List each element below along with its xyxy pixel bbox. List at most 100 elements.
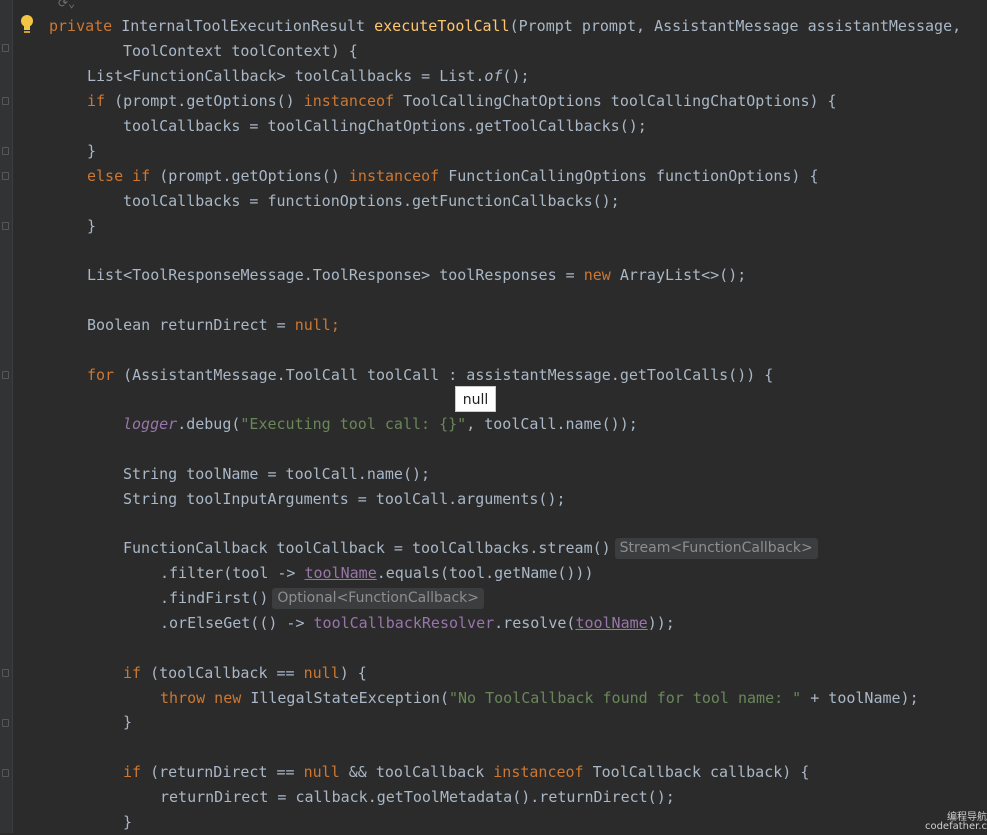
fold-marker-icon[interactable] [2, 669, 9, 677]
code-line[interactable]: ToolContext toolContext) { [123, 39, 358, 64]
inspection-widget-icon[interactable]: ⟳⌄ [58, 0, 75, 10]
code-text: .debug( [177, 415, 241, 433]
code-text: (); [502, 67, 530, 85]
code-line[interactable]: .findFirst() Optional<FunctionCallback> [160, 586, 484, 611]
field-name: toolCallbackResolver [313, 614, 495, 632]
code-line[interactable]: String toolInputArguments = toolCall.arg… [123, 487, 566, 512]
code-text: + toolName); [801, 689, 919, 707]
code-text: ) { [339, 664, 367, 682]
code-line[interactable]: private InternalToolExecutionResult exec… [49, 14, 961, 39]
code-text: } [123, 813, 133, 831]
captured-variable: toolName [575, 614, 648, 632]
code-text: )); [647, 614, 675, 632]
code-line[interactable]: Boolean returnDirect = null; [87, 313, 340, 338]
code-text: (Prompt prompt, AssistantMessage assista… [509, 17, 962, 35]
code-text: && toolCallback [348, 763, 494, 781]
keyword: instanceof [493, 763, 593, 781]
keyword: new [583, 266, 620, 284]
code-text: returnDirect = callback.getToolMetadata(… [160, 788, 675, 806]
field-name: logger [123, 415, 178, 433]
code-line[interactable]: .filter(tool -> toolName.equals(tool.get… [160, 561, 594, 586]
code-text: ToolCallback callback) { [592, 763, 810, 781]
code-text: List<ToolResponseMessage.ToolResponse> t… [87, 266, 584, 284]
captured-variable: toolName [304, 564, 377, 582]
static-method: of [484, 67, 503, 85]
code-text: (prompt.getOptions() [159, 167, 349, 185]
code-line[interactable]: } [87, 214, 96, 239]
code-text: toolCallbacks = toolCallingChatOptions.g… [123, 117, 647, 135]
code-text: (returnDirect == [150, 763, 304, 781]
keyword: instanceof [348, 167, 449, 185]
code-text: (prompt.getOptions() [114, 92, 304, 110]
code-line[interactable]: toolCallbacks = functionOptions.getFunct… [123, 189, 620, 214]
code-line[interactable]: List<ToolResponseMessage.ToolResponse> t… [87, 263, 746, 288]
keyword: null [303, 664, 340, 682]
fold-marker-icon[interactable] [2, 769, 9, 777]
fold-marker-icon[interactable] [2, 719, 9, 727]
keyword: if [123, 763, 151, 781]
code-line[interactable]: if (prompt.getOptions() instanceof ToolC… [87, 89, 837, 114]
code-line[interactable]: for (AssistantMessage.ToolCall toolCall … [87, 363, 773, 388]
lightbulb-icon[interactable] [19, 14, 35, 36]
type-hint: Optional<FunctionCallback> [272, 588, 484, 609]
code-text: } [87, 142, 97, 160]
keyword: instanceof [303, 92, 404, 110]
code-line[interactable]: } [123, 810, 132, 835]
fold-marker-icon[interactable] [2, 44, 9, 52]
keyword: throw new [160, 689, 251, 707]
code-text: , toolCall.name()); [466, 415, 638, 433]
code-line[interactable]: FunctionCallback toolCallback = toolCall… [123, 536, 818, 561]
code-text: .findFirst() [160, 589, 269, 607]
code-line[interactable]: returnDirect = callback.getToolMetadata(… [160, 785, 675, 810]
code-text: ToolCallingChatOptions toolCallingChatOp… [403, 92, 837, 110]
keyword: if [123, 664, 151, 682]
debug-value-tooltip: null [455, 386, 496, 412]
keyword: null; [294, 316, 340, 334]
type-hint: Stream<FunctionCallback> [614, 538, 818, 559]
keyword: null [303, 763, 349, 781]
code-line[interactable]: else if (prompt.getOptions() instanceof … [87, 164, 819, 189]
code-line[interactable]: if (toolCallback == null) { [123, 661, 367, 686]
code-text: Boolean returnDirect = [87, 316, 295, 334]
code-text: toolCallbacks = functionOptions.getFunct… [123, 192, 620, 210]
code-text: .equals(tool.getName())) [376, 564, 594, 582]
code-text: String toolInputArguments = toolCall.arg… [123, 490, 566, 508]
code-text: List<FunctionCallback> toolCallbacks = L… [87, 67, 485, 85]
fold-marker-icon[interactable] [2, 371, 9, 379]
fold-marker-icon[interactable] [2, 97, 9, 105]
editor-gutter [0, 0, 13, 833]
keyword: for [87, 366, 124, 384]
code-line[interactable]: .orElseGet(() -> toolCallbackResolver.re… [160, 611, 675, 636]
string-literal: "No ToolCallback found for tool name: " [449, 689, 802, 707]
code-text: ArrayList<>(); [619, 266, 747, 284]
code-line[interactable]: } [87, 139, 96, 164]
watermark-text: codefather.c [924, 821, 987, 832]
code-line[interactable]: List<FunctionCallback> toolCallbacks = L… [87, 64, 530, 89]
keyword: if [87, 92, 115, 110]
code-text: IllegalStateException( [250, 689, 449, 707]
code-text: } [87, 217, 97, 235]
code-text: FunctionCallback toolCallback = toolCall… [123, 539, 611, 557]
string-literal: "Executing tool call: {}" [240, 415, 467, 433]
code-line[interactable]: String toolName = toolCall.name(); [123, 462, 430, 487]
code-line[interactable]: if (returnDirect == null && toolCallback… [123, 760, 809, 785]
fold-marker-icon[interactable] [2, 222, 9, 230]
fold-marker-icon[interactable] [2, 147, 9, 155]
code-text: .resolve( [494, 614, 576, 632]
keyword: else if [87, 167, 160, 185]
code-line[interactable]: logger.debug("Executing tool call: {}", … [123, 412, 638, 437]
code-text: FunctionCallingOptions functionOptions) … [448, 167, 819, 185]
fold-marker-icon[interactable] [2, 172, 9, 180]
code-text: ToolContext toolContext) { [123, 42, 358, 60]
code-line[interactable]: toolCallbacks = toolCallingChatOptions.g… [123, 114, 647, 139]
code-text: .orElseGet(() -> [160, 614, 314, 632]
code-line[interactable]: throw new IllegalStateException("No Tool… [160, 686, 919, 711]
keyword: private [49, 17, 122, 35]
code-line[interactable]: } [123, 710, 132, 735]
method-name: executeToolCall [374, 17, 510, 35]
code-text: } [123, 713, 133, 731]
code-text: String toolName = toolCall.name(); [123, 465, 431, 483]
code-text: InternalToolExecutionResult [121, 17, 375, 35]
code-text: .filter(tool -> [160, 564, 305, 582]
code-text: (AssistantMessage.ToolCall toolCall : as… [123, 366, 774, 384]
